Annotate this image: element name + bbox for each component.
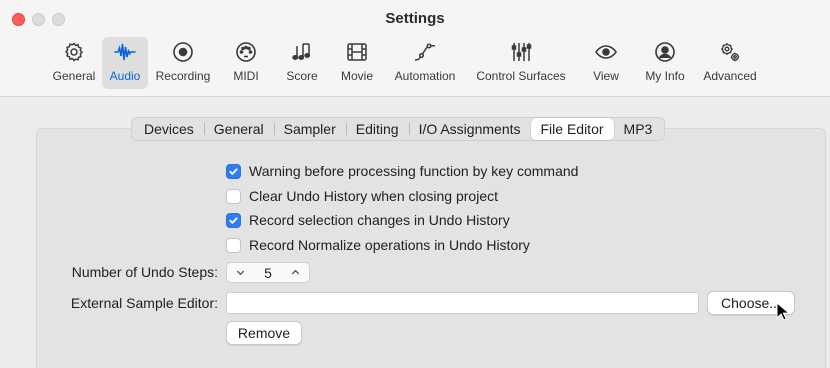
tab-io-assignments[interactable]: I/O Assignments	[408, 118, 531, 140]
option-record-normalize[interactable]: Record Normalize operations in Undo Hist…	[226, 235, 530, 255]
toolbar-item-label: Score	[286, 69, 318, 83]
toolbar-item-control-surfaces[interactable]: Control Surfaces	[466, 37, 576, 89]
chevron-down-icon[interactable]	[233, 266, 247, 280]
audio-settings-tabs: Devices General Sampler Editing I/O Assi…	[131, 117, 666, 141]
waveform-icon	[112, 40, 138, 64]
toolbar-item-label: View	[593, 69, 619, 83]
checkbox-checked[interactable]	[226, 212, 241, 228]
option-clear-undo-history[interactable]: Clear Undo History when closing project	[226, 186, 498, 206]
toolbar-item-score[interactable]: Score	[274, 37, 330, 89]
toolbar-item-label: My Info	[645, 69, 685, 83]
toolbar-item-automation[interactable]: Automation	[384, 37, 466, 89]
option-label: Record selection changes in Undo History	[249, 212, 510, 228]
option-label: Warning before processing function by ke…	[249, 163, 579, 179]
tab-devices[interactable]: Devices	[134, 118, 204, 140]
toolbar-item-label: Recording	[155, 69, 211, 83]
option-warning-key-command[interactable]: Warning before processing function by ke…	[226, 161, 578, 181]
toolbar-item-midi[interactable]: MIDI	[218, 37, 274, 89]
option-record-selection-changes[interactable]: Record selection changes in Undo History	[226, 210, 510, 230]
checkmark-icon	[229, 216, 238, 224]
toolbar-item-label: Audio	[109, 69, 141, 83]
chevron-up-icon[interactable]	[289, 266, 303, 280]
undo-steps-stepper[interactable]: 5	[226, 262, 310, 283]
film-icon	[344, 40, 370, 64]
toolbar-item-my-info[interactable]: My Info	[636, 37, 694, 89]
tab-general[interactable]: General	[203, 118, 274, 140]
title-bar: Settings General Audio Recording MIDI Sc…	[0, 0, 830, 97]
music-notes-icon	[289, 40, 315, 64]
window-title: Settings	[385, 10, 445, 27]
settings-window: Settings General Audio Recording MIDI Sc…	[0, 0, 830, 368]
mouse-pointer-icon	[776, 302, 790, 321]
toolbar-item-view[interactable]: View	[576, 37, 636, 89]
checkbox-unchecked[interactable]	[226, 237, 241, 253]
settings-toolbar: General Audio Recording MIDI Score Movie…	[46, 37, 766, 91]
toolbar-item-movie[interactable]: Movie	[330, 37, 384, 89]
external-editor-field[interactable]	[226, 292, 699, 314]
midi-port-icon	[233, 40, 259, 64]
tab-mp3[interactable]: MP3	[614, 118, 663, 140]
toolbar-item-advanced[interactable]: Advanced	[694, 37, 766, 89]
option-label: Clear Undo History when closing project	[249, 188, 498, 204]
gear-icon	[61, 40, 87, 64]
undo-steps-label: Number of Undo Steps:	[71, 264, 218, 280]
eye-icon	[593, 40, 619, 64]
tab-editing[interactable]: Editing	[345, 118, 409, 140]
faders-icon	[508, 40, 534, 64]
toolbar-item-label: Control Surfaces	[476, 69, 566, 83]
automation-curve-icon	[412, 40, 438, 64]
option-label: Record Normalize operations in Undo Hist…	[249, 237, 530, 253]
toolbar-item-general[interactable]: General	[46, 37, 102, 89]
toolbar-item-label: Advanced	[703, 69, 757, 83]
external-editor-label: External Sample Editor:	[70, 295, 218, 311]
undo-steps-value: 5	[264, 264, 272, 281]
toolbar-item-recording[interactable]: Recording	[148, 37, 218, 89]
settings-content: Devices General Sampler Editing I/O Assi…	[0, 98, 830, 368]
toolbar-item-audio[interactable]: Audio	[102, 37, 148, 89]
toolbar-item-label: Movie	[340, 69, 373, 83]
toolbar-item-label: Automation	[394, 69, 456, 83]
tab-file-editor[interactable]: File Editor	[530, 118, 614, 140]
checkbox-checked[interactable]	[226, 163, 241, 179]
toolbar-item-label: MIDI	[233, 69, 259, 83]
toolbar-item-label: General	[52, 69, 96, 83]
remove-button[interactable]: Remove	[226, 321, 302, 345]
person-icon	[652, 40, 678, 64]
record-icon	[170, 40, 196, 64]
tab-sampler[interactable]: Sampler	[273, 118, 346, 140]
checkmark-icon	[229, 167, 238, 175]
gears-icon	[717, 40, 743, 64]
checkbox-unchecked[interactable]	[226, 188, 241, 204]
